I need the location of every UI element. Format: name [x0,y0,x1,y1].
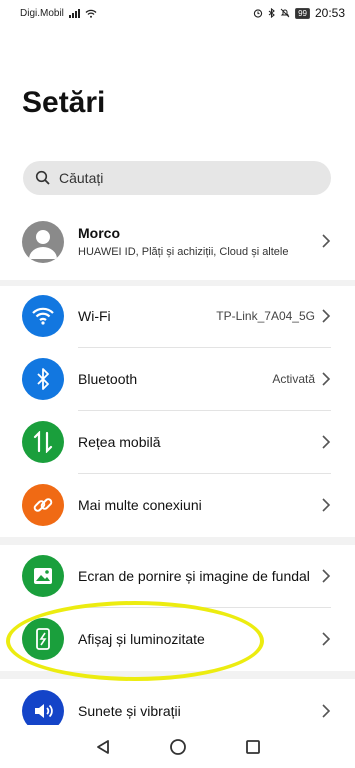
chevron-right-icon [322,372,331,386]
settings-item-wifi[interactable]: Wi-Fi TP-Link_7A04_5G [0,285,355,347]
home-icon[interactable] [169,738,187,756]
carrier-name: Digi.Mobil [20,7,64,19]
settings-item-value: TP-Link_7A04_5G [216,309,315,323]
settings-item-home-screen-wallpaper[interactable]: Ecran de pornire și imagine de fundal [0,545,355,607]
battery-icon: 99 [295,7,310,19]
settings-item-value: Activată [272,372,315,386]
account-row[interactable]: Morco HUAWEI ID, Plăți și achiziții, Clo… [0,215,355,271]
settings-item-label: Ecran de pornire și imagine de fundal [78,568,310,584]
wifi-status-icon [85,9,97,18]
settings-item-more-connections[interactable]: Mai multe conexiuni [0,474,355,536]
mobile-network-icon [22,421,64,463]
signal-icon [68,8,80,18]
bluetooth-status-icon [268,8,275,18]
highlight-annotation [6,601,264,681]
account-subtitle: HUAWEI ID, Plăți și achiziții, Cloud și … [78,246,289,258]
settings-item-label: Mai multe conexiuni [78,497,202,513]
chevron-right-icon [322,498,331,512]
chevron-right-icon [322,704,331,718]
navigation-bar [0,725,355,768]
mute-icon [280,8,290,18]
settings-item-label: Bluetooth [78,371,138,387]
chevron-right-icon [322,435,331,449]
chevron-right-icon [322,632,331,646]
settings-item-label: Rețea mobilă [78,434,161,450]
settings-item-label: Sunete și vibrații [78,703,181,719]
settings-item-bluetooth[interactable]: Bluetooth Activată [0,348,355,410]
chevron-right-icon [322,309,331,323]
status-bar: Digi.Mobil 99 20:53 [0,0,355,26]
avatar [22,221,64,263]
settings-item-label: Wi-Fi [78,308,111,324]
account-name: Morco [78,225,120,241]
recents-icon[interactable] [245,739,261,755]
clock: 20:53 [314,6,345,20]
section-separator [0,537,355,545]
link-icon [22,484,64,526]
search-input[interactable]: Căutați [23,161,331,195]
bluetooth-icon [22,358,64,400]
chevron-right-icon [322,234,331,248]
search-icon [35,170,50,185]
alarm-icon [253,9,263,18]
back-icon[interactable] [95,739,111,755]
wallpaper-icon [22,555,64,597]
settings-item-mobile-network[interactable]: Rețea mobilă [0,411,355,473]
page-title: Setări [22,86,106,119]
chevron-right-icon [322,569,331,583]
wifi-icon [22,295,64,337]
search-placeholder: Căutați [59,170,104,186]
